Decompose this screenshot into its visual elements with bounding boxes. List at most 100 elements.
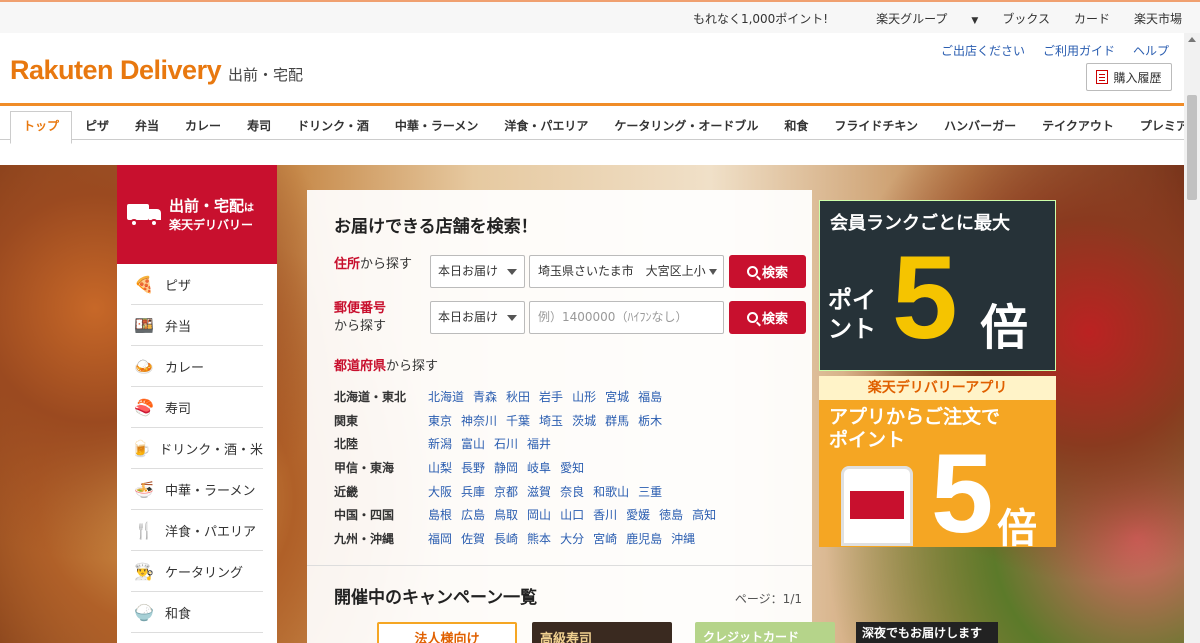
category-tab[interactable]: トップ [10, 111, 73, 144]
prefecture-link[interactable]: 東京 [428, 412, 452, 429]
campaign-thumb-credit[interactable]: クレジットカード [695, 622, 835, 643]
category-tab[interactable]: 寿司 [234, 111, 284, 143]
site-logo[interactable]: Rakuten Delivery [10, 55, 222, 86]
prefecture-link[interactable]: 山口 [560, 506, 584, 523]
prefecture-link[interactable]: 岐阜 [527, 459, 551, 476]
page-scrollbar[interactable] [1184, 33, 1200, 643]
prefecture-link[interactable]: 愛媛 [626, 506, 650, 523]
prefecture-link[interactable]: 群馬 [605, 412, 629, 429]
prefecture-link[interactable]: 富山 [461, 435, 485, 452]
prefecture-link[interactable]: 山形 [572, 388, 596, 405]
utility-link-books[interactable]: ブックス [1002, 10, 1050, 27]
sidebar-genre-item[interactable]: 🍴 洋食・パエリア [131, 510, 263, 551]
campaign-thumb-late-night[interactable]: 深夜でもお届けします [856, 622, 998, 643]
sidebar-genre-label: 中華・ラーメン [165, 483, 256, 499]
sidebar-genre-item[interactable]: 🍱 弁当 [131, 305, 263, 346]
category-tab[interactable]: テイクアウト [1029, 111, 1127, 143]
prefecture-link[interactable]: 鳥取 [494, 506, 518, 523]
utility-link-group[interactable]: 楽天グループ ▼ [852, 10, 978, 27]
site-header: Rakuten Delivery 出前・宅配 ご出店ください ご利用ガイド ヘル… [0, 33, 1184, 103]
campaign-thumb-sushi[interactable]: 高級寿司 [532, 622, 672, 643]
prefecture-link[interactable]: 徳島 [659, 506, 683, 523]
sidebar-genre-label: 弁当 [165, 319, 192, 335]
prefecture-link[interactable]: 北海道 [428, 388, 464, 405]
address-input[interactable]: 埼玉県さいたま市 大宮区上小 [529, 255, 724, 288]
prefecture-link[interactable]: 秋田 [506, 388, 530, 405]
prefecture-link[interactable]: 栃木 [638, 412, 662, 429]
sidebar-genre-item[interactable]: 🍜 中華・ラーメン [131, 469, 263, 510]
category-tab[interactable]: ピザ [72, 111, 122, 143]
prefecture-link[interactable]: 岡山 [527, 506, 551, 523]
prefecture-link[interactable]: 宮城 [605, 388, 629, 405]
prefecture-link[interactable]: 岩手 [539, 388, 563, 405]
prefecture-link[interactable]: 鹿児島 [626, 530, 662, 547]
prefecture-link[interactable]: 奈良 [560, 483, 584, 500]
sidebar-genre-item[interactable]: 🍺 ドリンク・酒・米 [131, 428, 263, 469]
prefecture-link[interactable]: 千葉 [506, 412, 530, 429]
prefecture-link[interactable]: 宮崎 [593, 530, 617, 547]
category-tab[interactable]: 中華・ラーメン [382, 111, 492, 143]
category-tab[interactable]: ハンバーガー [931, 111, 1029, 143]
prefecture-link[interactable]: 香川 [593, 506, 617, 523]
prefecture-link[interactable]: 石川 [494, 435, 518, 452]
rank-points-banner[interactable]: 会員ランクごとに最大 ポイント 5 倍 [819, 200, 1056, 371]
prefecture-link[interactable]: 福岡 [428, 530, 452, 547]
prefecture-link[interactable]: 島根 [428, 506, 452, 523]
scrollbar-thumb[interactable] [1187, 95, 1197, 200]
purchase-history-button[interactable]: 購入履歴 [1086, 63, 1172, 91]
prefecture-link[interactable]: 沖縄 [671, 530, 695, 547]
prefecture-link[interactable]: 埼玉 [539, 412, 563, 429]
region-name: 北陸 [334, 437, 359, 452]
address-delivery-select[interactable]: 本日お届け [430, 255, 525, 288]
category-tab[interactable]: ケータリング・オードブル [601, 111, 771, 143]
campaign-thumb-corporate[interactable]: 法人様向け [377, 622, 517, 643]
app-points-banner[interactable]: 楽天デリバリーアプリ アプリからご注文で ポイント 5 倍 [819, 376, 1056, 547]
prefecture-link[interactable]: 茨城 [572, 412, 596, 429]
address-search-button[interactable]: 検索 [729, 255, 806, 288]
category-tab[interactable]: 洋食・パエリア [491, 111, 601, 143]
prefecture-link[interactable]: 滋賀 [527, 483, 551, 500]
utility-link-ichiba[interactable]: 楽天市場 [1134, 10, 1182, 27]
category-tab[interactable]: ドリンク・酒 [284, 111, 382, 143]
prefecture-link[interactable]: 熊本 [527, 530, 551, 547]
sidebar-genre-item[interactable]: 👨‍🍳 ケータリング [131, 551, 263, 592]
sidebar-genre-item[interactable]: 🍚 和食 [131, 592, 263, 633]
category-tab[interactable]: 和食 [771, 111, 821, 143]
sidebar-genre-item[interactable]: 🍕 ピザ [131, 264, 263, 305]
category-tab[interactable]: カレー [172, 111, 234, 143]
prefecture-link[interactable]: 愛知 [560, 459, 584, 476]
header-link-help[interactable]: ヘルプ [1133, 42, 1169, 59]
prefecture-link[interactable]: 神奈川 [461, 412, 497, 429]
postal-delivery-select[interactable]: 本日お届け [430, 301, 525, 334]
prefecture-link[interactable]: 和歌山 [593, 483, 629, 500]
prefecture-link[interactable]: 佐賀 [461, 530, 485, 547]
prefecture-link[interactable]: 青森 [473, 388, 497, 405]
scroll-up-icon[interactable] [1188, 37, 1196, 42]
prefecture-link[interactable]: 静岡 [494, 459, 518, 476]
postal-code-input[interactable]: 例）1400000（ﾊｲﾌﾝなし） [529, 301, 724, 334]
prefecture-link[interactable]: 大分 [560, 530, 584, 547]
header-link-open-store[interactable]: ご出店ください [941, 42, 1025, 59]
header-link-guide[interactable]: ご利用ガイド [1043, 42, 1115, 59]
prefecture-link[interactable]: 山梨 [428, 459, 452, 476]
sidebar-genre-item[interactable]: 🍣 寿司 [131, 387, 263, 428]
region-name: 中国・四国 [334, 508, 395, 523]
prefecture-link[interactable]: 大阪 [428, 483, 452, 500]
prefecture-link[interactable]: 京都 [494, 483, 518, 500]
prefecture-link[interactable]: 広島 [461, 506, 485, 523]
prefecture-link[interactable]: 三重 [638, 483, 662, 500]
prefecture-link[interactable]: 長崎 [494, 530, 518, 547]
postal-search-label: 郵便番号 から探す [334, 300, 386, 335]
prefecture-link[interactable]: 兵庫 [461, 483, 485, 500]
utility-link-points[interactable]: もれなく1,000ポイント! [693, 10, 828, 27]
utility-link-card[interactable]: カード [1074, 10, 1110, 27]
prefecture-link[interactable]: 福井 [527, 435, 551, 452]
prefecture-link[interactable]: 新潟 [428, 435, 452, 452]
sidebar-genre-item[interactable]: 🍛 カレー [131, 346, 263, 387]
category-tab[interactable]: 弁当 [122, 111, 172, 143]
prefecture-link[interactable]: 長野 [461, 459, 485, 476]
prefecture-link[interactable]: 高知 [692, 506, 716, 523]
category-tab[interactable]: フライドチキン [821, 111, 931, 143]
prefecture-link[interactable]: 福島 [638, 388, 662, 405]
postal-search-button[interactable]: 検索 [729, 301, 806, 334]
